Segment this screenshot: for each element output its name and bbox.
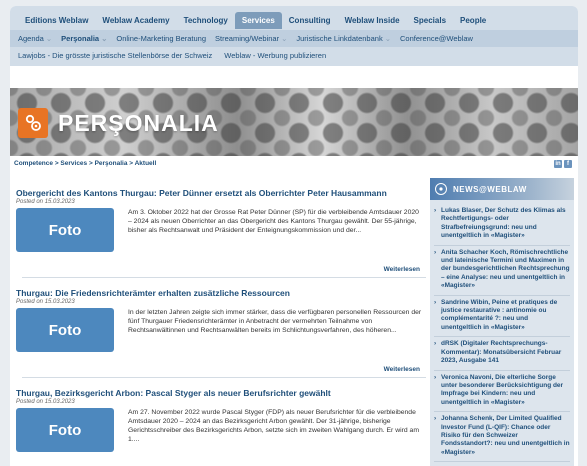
subnav-agenda[interactable]: Agenda ⌄ (18, 34, 61, 43)
chevron-down-icon: ⌄ (101, 34, 108, 43)
news-logo-icon (435, 183, 447, 195)
subnav-streaming-label: Streaming/Webinar (215, 34, 280, 43)
article-item: Thurgau: Die Friedensrichterämter erhalt… (10, 278, 426, 378)
news-item[interactable]: › Anita Schacher Koch, Römischrechtliche … (434, 246, 570, 296)
subnav-linkdatenbank-label: Juristische Linkdatenbank (296, 34, 383, 43)
nav-people[interactable]: People (453, 12, 493, 29)
chevron-right-icon: › (434, 415, 437, 423)
news-item[interactable]: › Sandrine Wibin, Peine et pratiques de j… (434, 296, 570, 338)
linkedin-icon[interactable]: in (554, 160, 562, 168)
nav-weblaw-academy[interactable]: Weblaw Academy (95, 12, 176, 29)
news-sidebar: NEWS@WEBLAW › Lukas Blaser, Der Schutz de… (430, 178, 574, 466)
article-teaser: Am 3. Oktober 2022 hat der Grosse Rat Pe… (128, 209, 419, 234)
article-list: Obergericht des Kantons Thurgau: Peter D… (10, 178, 426, 452)
chevron-right-icon: › (434, 340, 437, 348)
page-banner: PERŞONALIA (10, 88, 578, 156)
page: Editions Weblaw Weblaw Academy Technolog… (10, 6, 578, 466)
top-navigation: Editions Weblaw Weblaw Academy Technolog… (10, 6, 578, 66)
article-body: Foto Am 27. November 2022 wurde Pascal S… (16, 408, 426, 452)
chevron-right-icon: › (434, 298, 437, 306)
article-body: Foto Am 3. Oktober 2022 hat der Grosse R… (16, 208, 426, 252)
subnav-linkdatenbank[interactable]: Juristische Linkdatenbank ⌄ (296, 34, 400, 43)
social-links: in f (554, 160, 572, 168)
article-title[interactable]: Obergericht des Kantons Thurgau: Peter D… (16, 188, 426, 198)
article-body: Foto In der letzten Jahren zeigte sich i… (16, 308, 426, 352)
subnav-streaming-webinar[interactable]: Streaming/Webinar ⌄ (215, 34, 296, 43)
news-item-text: Anita Schacher Koch, Römischrechtliche u… (441, 248, 570, 290)
news-item[interactable]: › Lukas Blaser, Der Schutz des Klimas als… (434, 204, 570, 246)
news-item-text: Sandrine Wibin, Peine et pratiques de ju… (441, 298, 558, 331)
article-teaser: Am 27. November 2022 wurde Pascal Styger… (128, 409, 419, 443)
personalia-logo-icon (18, 108, 48, 138)
facebook-icon[interactable]: f (564, 160, 572, 168)
article-item: Thurgau, Bezirksgericht Arbon: Pascal St… (10, 378, 426, 452)
nav-consulting[interactable]: Consulting (282, 12, 338, 29)
article-title[interactable]: Thurgau: Die Friedensrichterämter erhalt… (16, 288, 426, 298)
read-more-link[interactable]: Weiterlesen (16, 266, 426, 273)
sub-menu: Agenda ⌄ Perşonalia ⌄ Online-Marketing Ber… (10, 30, 578, 47)
news-item-text: Johanna Schenk, Der Limited Qualified In… (441, 415, 570, 456)
subnav-conference[interactable]: Conference@Weblaw (400, 34, 482, 43)
article-photo-placeholder[interactable]: Foto (16, 308, 114, 352)
subnav-personalia[interactable]: Perşonalia ⌄ (61, 34, 116, 43)
subnav-werbung[interactable]: Weblaw - Werbung publizieren (224, 51, 338, 60)
news-sidebar-header: NEWS@WEBLAW (430, 178, 574, 200)
chevron-right-icon: › (434, 248, 437, 256)
news-sidebar-title: NEWS@WEBLAW (453, 184, 527, 194)
article-date: Posted on 15.03.2023 (16, 399, 75, 405)
subnav-online-marketing[interactable]: Online-Marketing Beratung (116, 34, 215, 43)
nav-services[interactable]: Services (234, 11, 282, 29)
article-photo-placeholder[interactable]: Foto (16, 208, 114, 252)
subnav-lawjobs[interactable]: Lawjobs - Die grösste juristische Stelle… (18, 51, 224, 60)
article-photo-placeholder[interactable]: Foto (16, 408, 114, 452)
subnav-agenda-label: Agenda (18, 34, 44, 43)
sub-menu-2: Lawjobs - Die grösste juristische Stelle… (18, 47, 570, 64)
news-item[interactable]: › Johanna Schenk, Der Limited Qualified I… (434, 412, 570, 463)
news-item-text: Lukas Blaser, Der Schutz des Klimas als … (441, 207, 566, 240)
breadcrumb[interactable]: Competence > Services > Perşonalia > Akt… (14, 160, 156, 167)
news-item-text: Veronica Navoni, Die elterliche Sorge un… (441, 373, 564, 406)
chevron-right-icon: › (434, 207, 437, 214)
chevron-down-icon: ⌄ (45, 34, 53, 43)
article-title[interactable]: Thurgau, Bezirksgericht Arbon: Pascal St… (16, 388, 426, 398)
main-menu: Editions Weblaw Weblaw Academy Technolog… (18, 10, 570, 30)
nav-weblaw-inside[interactable]: Weblaw Inside (338, 12, 407, 29)
chevron-down-icon: ⌄ (384, 34, 391, 43)
nav-specials[interactable]: Specials (407, 12, 453, 29)
article-item: Obergericht des Kantons Thurgau: Peter D… (10, 178, 426, 278)
chevron-right-icon: › (434, 373, 437, 381)
news-item[interactable]: › Veronica Navoni, Die elterliche Sorge u… (434, 371, 570, 413)
breadcrumb-row: Competence > Services > Perşonalia > Akt… (10, 158, 578, 172)
news-item-text: dRSK (Digitaler Rechtsprechungs-Kommenta… (441, 340, 562, 365)
news-list: › Lukas Blaser, Der Schutz des Klimas als… (430, 200, 574, 463)
article-teaser: In der letzten Jahren zeigte sich immer … (128, 309, 422, 334)
nav-technology[interactable]: Technology (177, 12, 235, 29)
page-title: PERŞONALIA (58, 110, 219, 136)
article-date: Posted on 15.03.2023 (16, 299, 75, 305)
news-item[interactable]: › dRSK (Digitaler Rechtsprechungs-Komment… (434, 337, 570, 371)
nav-editions-weblaw[interactable]: Editions Weblaw (18, 12, 95, 29)
article-date: Posted on 15.03.2023 (16, 199, 75, 205)
read-more-link[interactable]: Weiterlesen (16, 366, 426, 373)
subnav-personalia-label: Perşonalia (61, 34, 100, 43)
chevron-down-icon: ⌄ (281, 34, 288, 43)
